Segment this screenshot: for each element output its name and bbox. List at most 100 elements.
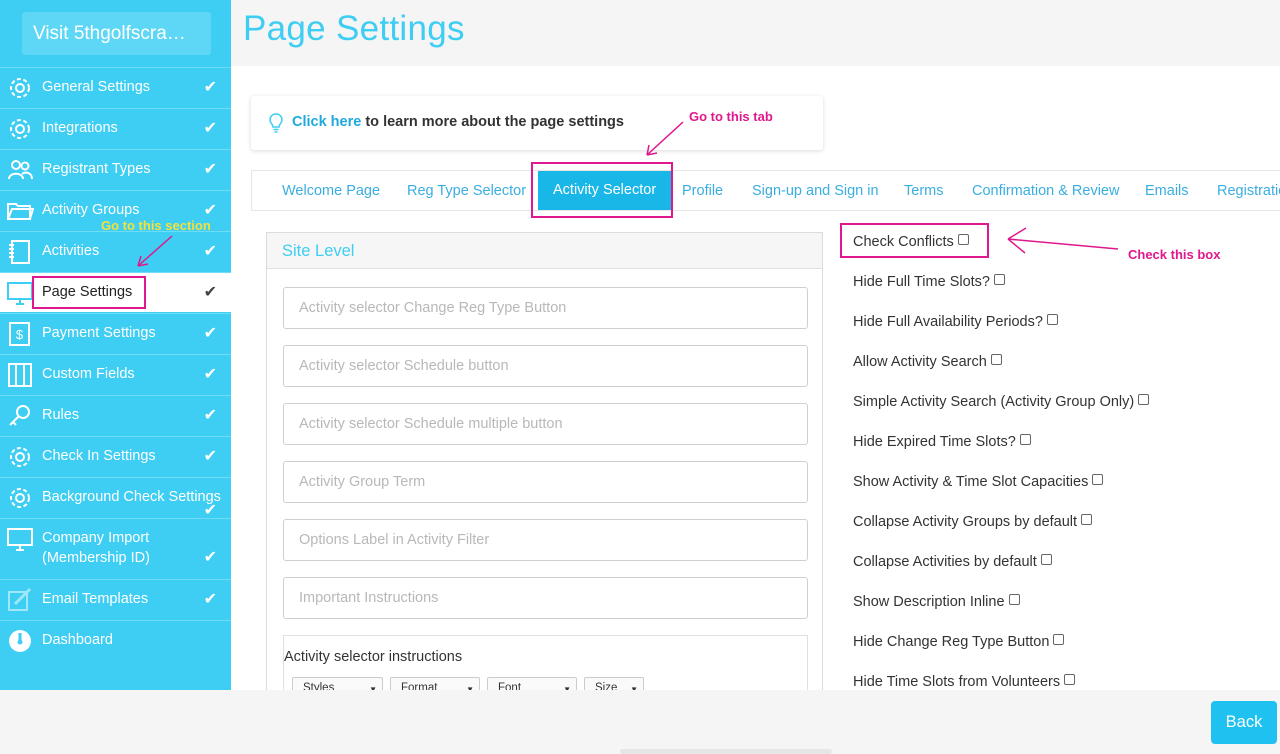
sidebar-item-label: Dashboard	[42, 632, 113, 648]
activity-group-term-field[interactable]: Activity Group Term	[283, 461, 808, 503]
schedule-button-field[interactable]: Activity selector Schedule button	[283, 345, 808, 387]
sidebar-item-page-settings[interactable]: Page Settings ✔	[0, 272, 231, 312]
tab-emails[interactable]: Emails	[1145, 183, 1189, 199]
hide-full-time-slots-checkbox[interactable]	[994, 274, 1005, 285]
sidebar-item-integrations[interactable]: Integrations ✔	[0, 108, 231, 148]
sidebar: Visit 5thgolfscra… General Settings ✔ In…	[0, 0, 231, 690]
show-description-inline-checkbox[interactable]	[1008, 594, 1020, 605]
sidebar-item-custom-fields[interactable]: Custom Fields ✔	[0, 354, 231, 394]
collapse-activities-checkbox[interactable]	[1040, 554, 1052, 565]
gear-icon	[10, 119, 30, 139]
option-simple-activity-search[interactable]: Simple Activity Search (Activity Group O…	[853, 394, 1150, 410]
columns-icon	[8, 363, 32, 387]
sidebar-item-label: Background Check Settings	[42, 489, 221, 505]
check-conflicts-checkbox[interactable]	[957, 234, 969, 245]
option-show-capacities[interactable]: Show Activity & Time Slot Capacities	[853, 474, 1104, 490]
schedule-multiple-button-field[interactable]: Activity selector Schedule multiple butt…	[283, 403, 808, 445]
sidebar-item-label: Check In Settings	[42, 448, 156, 464]
option-label: Hide Time Slots from Volunteers	[853, 674, 1061, 690]
annotation-highlight-box	[531, 162, 673, 218]
option-label: Allow Activity Search	[853, 354, 987, 370]
check-icon: ✔	[203, 549, 217, 566]
visit-site-button[interactable]: Visit 5thgolfscra…	[22, 12, 211, 55]
tab-profile[interactable]: Profile	[682, 183, 723, 199]
arrow-to-check-box	[1007, 227, 1119, 254]
sidebar-item-label: Custom Fields	[42, 366, 135, 382]
check-icon: ✔	[203, 407, 217, 424]
sidebar-item-label-2: (Membership ID)	[42, 550, 150, 566]
option-label: Collapse Activity Groups by default	[853, 514, 1078, 530]
visit-wrap: Visit 5thgolfscra…	[0, 0, 231, 67]
option-label: Simple Activity Search (Activity Group O…	[853, 394, 1135, 410]
options-label-field[interactable]: Options Label in Activity Filter	[283, 519, 808, 561]
click-here-link[interactable]: Click here	[292, 114, 361, 130]
option-allow-activity-search[interactable]: Allow Activity Search	[853, 354, 1002, 370]
sidebar-item-label: Company Import	[42, 530, 150, 546]
option-hide-full-time-slots[interactable]: Hide Full Time Slots?	[853, 274, 1005, 290]
monitor-icon	[7, 282, 33, 305]
option-hide-time-slots-from-volunteers[interactable]: Hide Time Slots from Volunteers	[853, 674, 1076, 690]
collapse-activity-groups-checkbox[interactable]	[1081, 514, 1093, 525]
back-button[interactable]: Back	[1211, 701, 1277, 744]
option-label: Show Activity & Time Slot Capacities	[853, 474, 1089, 490]
option-show-description-inline[interactable]: Show Description Inline	[853, 594, 1020, 610]
gear-icon	[10, 488, 30, 508]
check-icon: ✔	[203, 284, 217, 301]
option-check-conflicts[interactable]: Check Conflicts	[853, 234, 969, 250]
hide-full-availability-periods-checkbox[interactable]	[1046, 314, 1058, 325]
option-label: Hide Full Time Slots?	[853, 274, 990, 290]
edit-icon	[8, 587, 32, 611]
dollar-icon: $	[9, 322, 30, 346]
annotation-check-box: Check this box	[1128, 247, 1221, 262]
sidebar-item-label: Registrant Types	[42, 161, 151, 177]
sidebar-item-label: Email Templates	[42, 591, 149, 607]
page-title: Page Settings	[243, 9, 465, 48]
tab-sign-up-and-sign-in[interactable]: Sign-up and Sign in	[752, 183, 879, 199]
allow-activity-search-checkbox[interactable]	[990, 354, 1002, 365]
gear-icon	[10, 78, 30, 98]
horizontal-scrollbar[interactable]	[620, 749, 832, 754]
check-icon: ✔	[203, 161, 217, 178]
tab-registration[interactable]: Registration	[1217, 183, 1280, 199]
tab-confirmation-review[interactable]: Confirmation & Review	[972, 183, 1119, 199]
tab-welcome-page[interactable]: Welcome Page	[282, 183, 380, 199]
option-label: Hide Expired Time Slots?	[853, 434, 1016, 450]
check-icon: ✔	[203, 366, 217, 383]
instructions-editor: Activity selector instructions Styles▼ F…	[283, 635, 808, 697]
page-header: Page Settings	[231, 0, 1280, 66]
change-reg-type-button-field[interactable]: Activity selector Change Reg Type Button	[283, 287, 808, 329]
check-icon: ✔	[203, 202, 217, 219]
option-hide-full-availability-periods[interactable]: Hide Full Availability Periods?	[853, 314, 1058, 330]
check-icon: ✔	[203, 325, 217, 342]
option-collapse-activity-groups[interactable]: Collapse Activity Groups by default	[853, 514, 1093, 530]
monitor-icon	[7, 528, 33, 551]
sidebar-item-rules[interactable]: Rules ✔	[0, 395, 231, 435]
users-icon	[8, 160, 33, 180]
tab-reg-type-selector[interactable]: Reg Type Selector	[407, 183, 526, 199]
important-instructions-field[interactable]: Important Instructions	[283, 577, 808, 619]
option-hide-expired-time-slots[interactable]: Hide Expired Time Slots?	[853, 434, 1031, 450]
simple-activity-search-checkbox[interactable]	[1138, 394, 1150, 405]
annotation-go-to-section: Go to this section	[101, 218, 211, 233]
sidebar-item-general-settings[interactable]: General Settings ✔	[0, 67, 231, 107]
sidebar-item-label: Rules	[42, 407, 80, 423]
info-description: to learn more about the page settings	[361, 114, 624, 130]
option-hide-change-reg-type-button[interactable]: Hide Change Reg Type Button	[853, 634, 1065, 650]
sidebar-item-dashboard[interactable]: Dashboard	[0, 620, 231, 660]
hide-change-reg-type-button-checkbox[interactable]	[1053, 634, 1065, 645]
sidebar-item-check-in-settings[interactable]: Check In Settings ✔	[0, 436, 231, 476]
show-capacities-checkbox[interactable]	[1092, 474, 1104, 485]
sidebar-item-registrant-types[interactable]: Registrant Types ✔	[0, 149, 231, 189]
panel-title: Site Level	[267, 233, 822, 269]
sidebar-item-email-templates[interactable]: Email Templates ✔	[0, 579, 231, 619]
sidebar-item-background-check-settings[interactable]: Background Check Settings ✔	[0, 477, 231, 519]
sidebar-item-activities[interactable]: Activities ✔	[0, 231, 231, 271]
sidebar-item-company-import[interactable]: Company Import (Membership ID) ✔	[0, 518, 231, 578]
sidebar-item-payment-settings[interactable]: $ Payment Settings ✔	[0, 313, 231, 353]
gear-icon	[10, 447, 30, 467]
option-collapse-activities[interactable]: Collapse Activities by default	[853, 554, 1052, 570]
hide-time-slots-from-volunteers-checkbox[interactable]	[1064, 674, 1076, 685]
tab-terms[interactable]: Terms	[904, 183, 943, 199]
hide-expired-time-slots-checkbox[interactable]	[1019, 434, 1031, 445]
check-icon: ✔	[203, 502, 217, 519]
